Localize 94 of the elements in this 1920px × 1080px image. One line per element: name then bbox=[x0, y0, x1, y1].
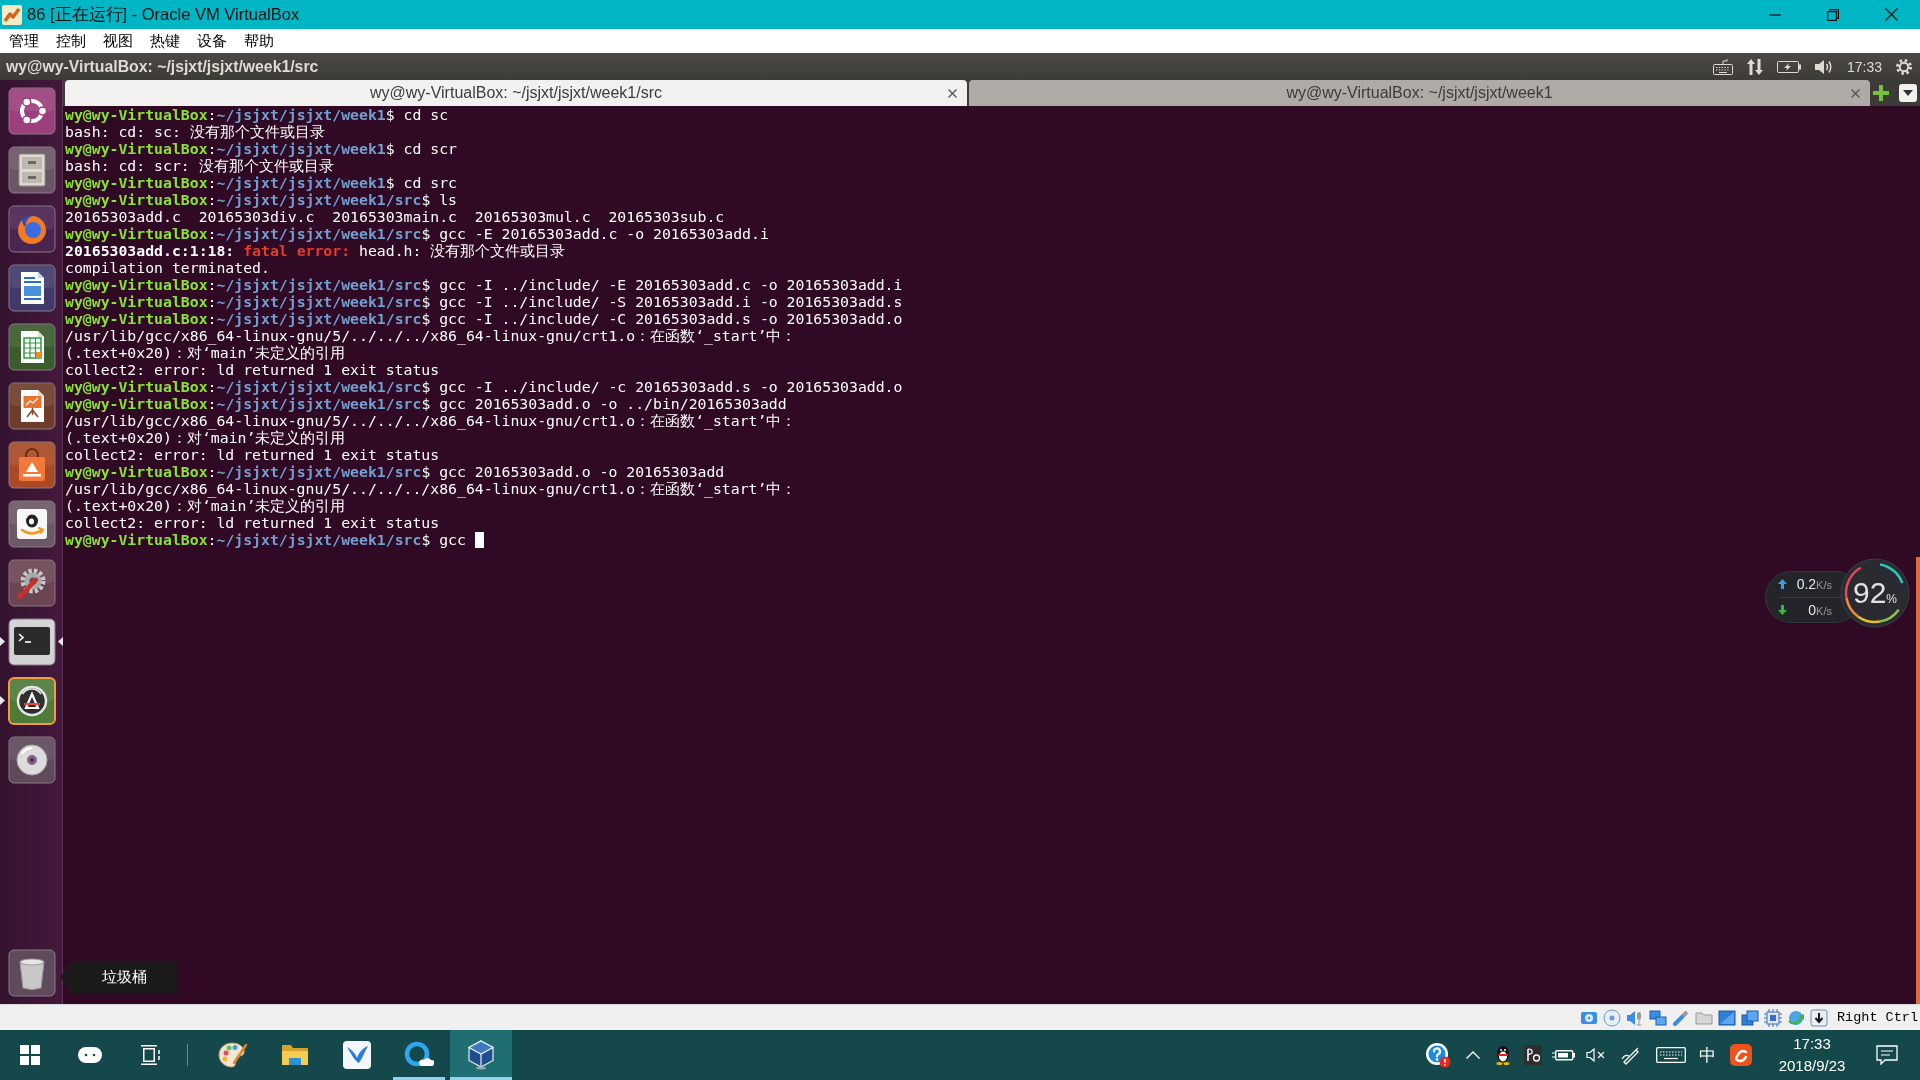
task-view-icon bbox=[138, 1045, 162, 1065]
output-line: /usr/lib/gcc/x86_64-linux-gnu/5/../../../x86_64-linux-gnu/crt1.o：在函数‘_start’中： bbox=[65, 327, 797, 344]
volume-icon[interactable] bbox=[1814, 58, 1833, 75]
tab-menu-button[interactable] bbox=[1899, 84, 1917, 102]
output-line: 20165303add.c 20165303div.c 20165303main.c 20165303mul.c 20165303sub.c bbox=[65, 208, 725, 225]
app-tile-icon[interactable] bbox=[1524, 1045, 1542, 1065]
menu-item[interactable]: 控制 bbox=[48, 30, 94, 52]
input-logo-icon[interactable] bbox=[1730, 1044, 1752, 1066]
close-icon bbox=[1850, 88, 1860, 98]
clock-button[interactable]: 17:33 2018/9/23 bbox=[1760, 1030, 1864, 1080]
prompt-line: wy@wy-VirtualBox:~/jsjxt/jsjxt/week1$ cd scr bbox=[65, 140, 457, 157]
overlapping-windows-icon[interactable] bbox=[1741, 1008, 1759, 1027]
prompt-line: wy@wy-VirtualBox:~/jsjxt/jsjxt/week1/src$ gcc bbox=[65, 531, 466, 548]
chevron-up-icon[interactable] bbox=[1466, 1051, 1480, 1059]
terminal-tab[interactable]: wy@wy-VirtualBox: ~/jsjxt/jsjxt/week1 bbox=[969, 80, 1870, 106]
output-line: compilation terminated. bbox=[65, 259, 270, 276]
prompt-line: wy@wy-VirtualBox:~/jsjxt/jsjxt/week1$ cd src bbox=[65, 174, 457, 191]
upload-speed: 0.2K/s bbox=[1796, 575, 1832, 594]
prompt-line: wy@wy-VirtualBox:~/jsjxt/jsjxt/week1/src$ gcc -I ../include/ -c 20165303add.s -o 20165303add.o bbox=[65, 378, 903, 395]
optical-disc-icon[interactable] bbox=[1603, 1008, 1621, 1027]
input-method-indicator[interactable]: 中 bbox=[1698, 1043, 1716, 1067]
usb-icon[interactable] bbox=[1672, 1008, 1690, 1027]
cube-icon bbox=[468, 1040, 494, 1070]
terminal-tab[interactable]: wy@wy-VirtualBox: ~/jsjxt/jsjxt/week1/src bbox=[65, 80, 967, 106]
window-title: 86 [正在运行] - Oracle VM VirtualBox bbox=[27, 3, 300, 25]
menu-item[interactable]: 视图 bbox=[95, 30, 141, 52]
gear-icon[interactable] bbox=[1896, 58, 1912, 75]
notification-icon[interactable] bbox=[1876, 1045, 1898, 1065]
output-line: (.text+0x20)：对‘main’未定义的引用 bbox=[65, 497, 346, 514]
panel-clock[interactable]: 17:33 bbox=[1846, 58, 1882, 75]
speech-bubble-icon bbox=[78, 1047, 102, 1063]
prompt-line: wy@wy-VirtualBox:~/jsjxt/jsjxt/week1/src$ ls bbox=[65, 191, 457, 208]
minimize-icon bbox=[1769, 13, 1781, 16]
close-icon bbox=[1884, 8, 1898, 21]
taskbar-button[interactable] bbox=[450, 1030, 512, 1080]
network-icon[interactable] bbox=[1649, 1008, 1667, 1027]
download-arrow-icon bbox=[1778, 604, 1787, 615]
chip-icon[interactable] bbox=[1764, 1008, 1782, 1027]
download-speed: 0K/s bbox=[1808, 600, 1832, 619]
menu-item[interactable]: 热键 bbox=[142, 30, 188, 52]
prompt-line: wy@wy-VirtualBox:~/jsjxt/jsjxt/week1/src$ gcc 20165303add.o -o ../bin/20165303add bbox=[65, 395, 787, 412]
prompt-line: wy@wy-VirtualBox:~/jsjxt/jsjxt/week1/src$ gcc -I ../include/ -S 20165303add.i -o 20165303add.s bbox=[65, 293, 903, 310]
restore-icon bbox=[1827, 8, 1839, 21]
close-tab-button[interactable] bbox=[945, 86, 959, 100]
close-tab-button[interactable] bbox=[1848, 86, 1862, 100]
output-line: (.text+0x20)：对‘main’未定义的引用 bbox=[65, 344, 346, 361]
scroll-bar[interactable] bbox=[1916, 557, 1920, 1004]
output-line: collect2: error: ld returned 1 exit status bbox=[65, 361, 440, 378]
folder-icon bbox=[281, 1043, 309, 1067]
vm-icon bbox=[2, 4, 22, 25]
usage-percent: 92% bbox=[1853, 576, 1897, 610]
start-icon bbox=[20, 1045, 40, 1065]
ring-cloud-icon bbox=[404, 1041, 434, 1069]
output-line: (.text+0x20)：对‘main’未定义的引用 bbox=[65, 429, 346, 446]
output-line: /usr/lib/gcc/x86_64-linux-gnu/5/../../../x86_64-linux-gnu/crt1.o：在函数‘_start’中： bbox=[65, 480, 797, 497]
running-indicator-icon bbox=[0, 696, 5, 705]
launcher-item[interactable] bbox=[0, 617, 63, 667]
host-key-label: Right Ctrl bbox=[1837, 1010, 1918, 1025]
caret-icon bbox=[1903, 90, 1913, 96]
palette-icon bbox=[218, 1041, 248, 1069]
speaker-muted-icon[interactable] bbox=[1586, 1048, 1606, 1062]
help-icon[interactable] bbox=[1425, 1042, 1451, 1068]
penguin-icon[interactable] bbox=[1495, 1045, 1511, 1065]
menu-item[interactable]: 设备 bbox=[189, 30, 235, 52]
battery-charging-icon[interactable] bbox=[1552, 1048, 1576, 1062]
running-indicator-icon bbox=[0, 637, 5, 646]
close-icon bbox=[947, 88, 957, 98]
panel-title: wy@wy-VirtualBox: ~/jsjxt/jsjxt/week1/src bbox=[6, 57, 319, 76]
prompt-line: wy@wy-VirtualBox:~/jsjxt/jsjxt/week1$ cd sc bbox=[65, 106, 449, 123]
prompt-line: wy@wy-VirtualBox:~/jsjxt/jsjxt/week1/src$ gcc 20165303add.o -o 20165303add bbox=[65, 463, 725, 480]
audio-icon[interactable] bbox=[1626, 1008, 1644, 1027]
error-line: 20165303add.c:1:18: fatal error: head.h: 没有那个文件或目录 bbox=[65, 242, 566, 259]
upload-arrow-icon bbox=[1778, 579, 1787, 590]
up-down-arrows-icon[interactable] bbox=[1746, 58, 1763, 75]
keyboard-icon[interactable] bbox=[1656, 1047, 1686, 1063]
menu-item[interactable]: 帮助 bbox=[236, 30, 282, 52]
output-line: collect2: error: ld returned 1 exit status bbox=[65, 446, 440, 463]
battery-icon[interactable] bbox=[1776, 60, 1801, 73]
output-line: collect2: error: ld returned 1 exit status bbox=[65, 514, 440, 531]
output-line: bash: cd: sc: 没有那个文件或目录 bbox=[65, 123, 325, 140]
trash-icon bbox=[7, 949, 56, 997]
output-line: /usr/lib/gcc/x86_64-linux-gnu/5/../../../x86_64-linux-gnu/crt1.o：在函数‘_start’中： bbox=[65, 412, 797, 429]
plus-icon bbox=[1873, 85, 1889, 101]
menu-item[interactable]: 管理 bbox=[1, 30, 47, 52]
new-tab-button[interactable] bbox=[1872, 84, 1890, 102]
prompt-line: wy@wy-VirtualBox:~/jsjxt/jsjxt/week1/src$ gcc -E 20165303add.c -o 20165303add.i bbox=[65, 225, 769, 242]
prompt-line: wy@wy-VirtualBox:~/jsjxt/jsjxt/week1/src$ gcc -I ../include/ -E 20165303add.c -o 20165303add.i bbox=[65, 276, 903, 293]
display-icon[interactable] bbox=[1718, 1008, 1736, 1027]
output-line: bash: cd: scr: 没有那个文件或目录 bbox=[65, 157, 334, 174]
trash-tooltip: 垃圾桶 bbox=[60, 961, 177, 993]
check-tile-icon bbox=[343, 1041, 371, 1069]
pen-icon[interactable] bbox=[1621, 1045, 1641, 1065]
prompt-line: wy@wy-VirtualBox:~/jsjxt/jsjxt/week1/src$ gcc -I ../include/ -C 20165303add.s -o 20165303add.o bbox=[65, 310, 903, 327]
keyboard-icon[interactable] bbox=[1712, 58, 1733, 75]
